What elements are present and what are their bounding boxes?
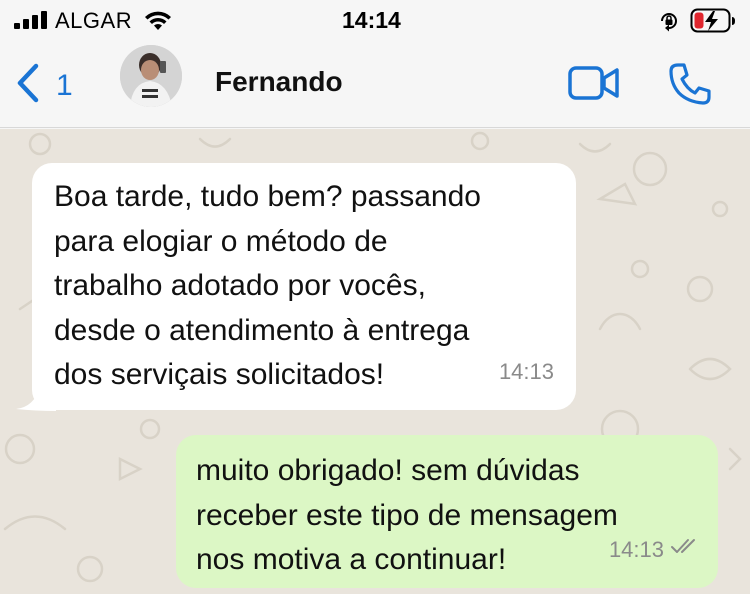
signal-icon [14,11,47,29]
outgoing-message[interactable]: muito obrigado! sem dúvidas receber este… [176,435,718,588]
orientation-lock-icon [658,10,680,37]
message-list[interactable]: Boa tarde, tudo bem? passando para elogi… [0,129,750,594]
read-double-check-icon [670,524,700,569]
contact-name[interactable]: Fernando [215,66,343,98]
video-call-icon[interactable] [568,65,620,106]
status-bar: ALGAR 14:14 [0,0,750,40]
wifi-icon [143,9,173,36]
message-time: 14:13 [608,536,664,562]
carrier-name: ALGAR [55,8,133,33]
avatar[interactable] [120,45,182,107]
phone-call-icon[interactable] [668,62,712,111]
status-time: 14:14 [342,7,401,33]
back-button[interactable]: 1 [14,62,73,109]
unread-count: 1 [56,68,73,102]
message-text: Boa tarde, tudo bem? passando para elogi… [54,180,481,391]
incoming-message[interactable]: Boa tarde, tudo bem? passando para elogi… [32,163,576,410]
back-chevron-icon [14,62,40,109]
message-time: 14:13 [498,358,554,384]
battery-charging-icon [690,8,738,39]
chat-screen: ALGAR 14:14 1 Fernando Boa tarde, tudo b… [0,0,750,594]
chat-header: 1 Fernando [0,40,750,128]
